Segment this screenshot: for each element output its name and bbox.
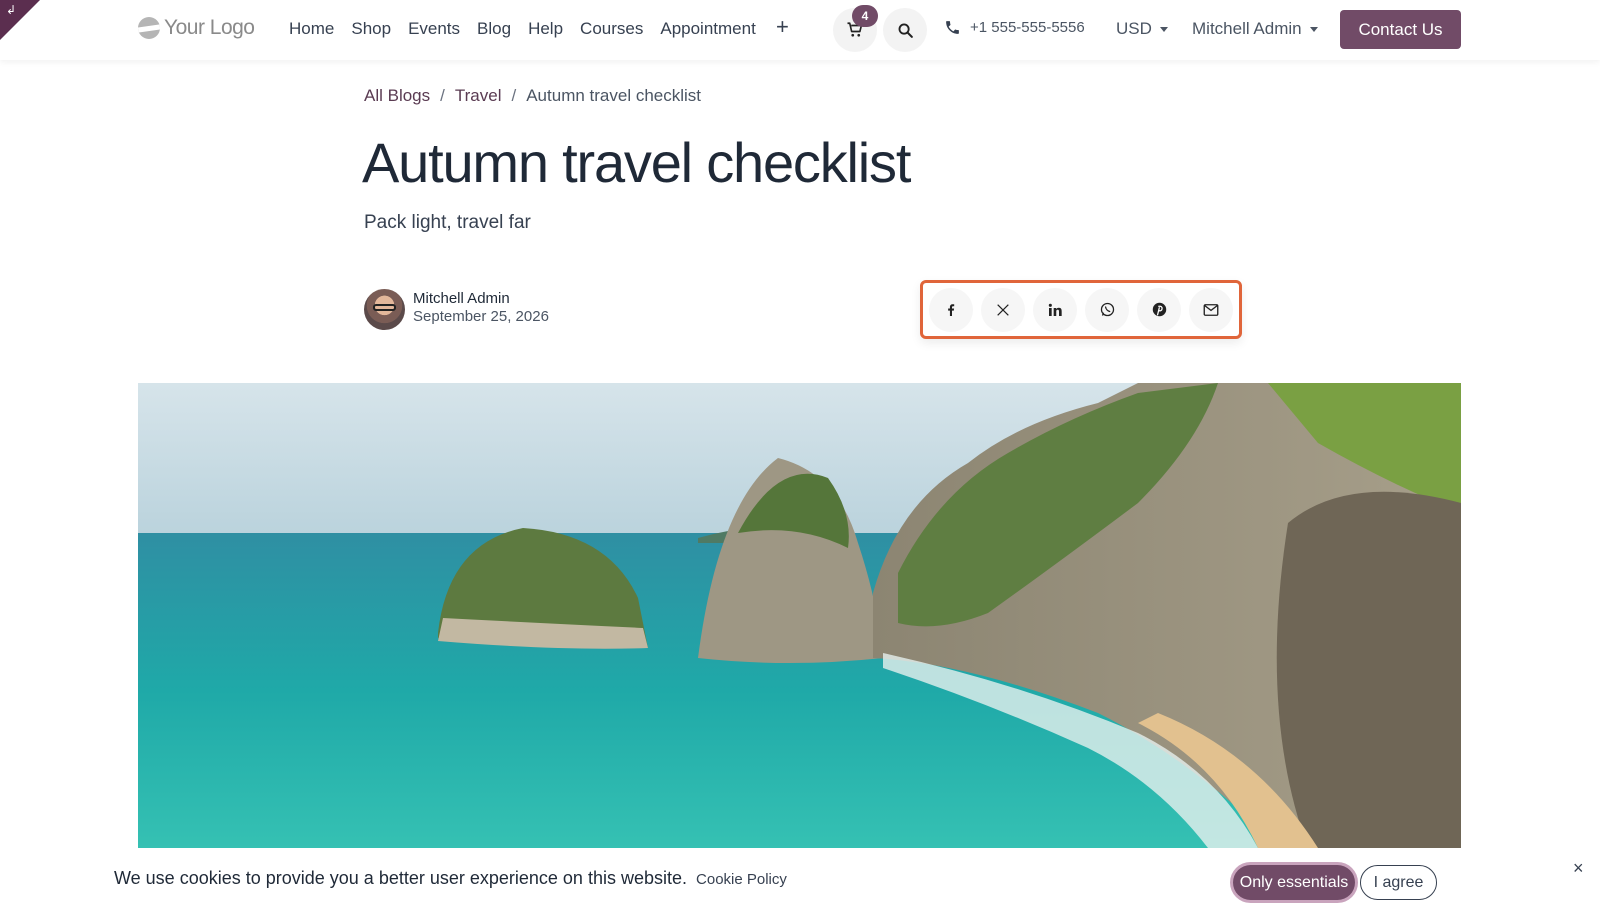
whatsapp-icon [1100,302,1114,317]
nav-events[interactable]: Events [408,19,460,39]
breadcrumb-travel[interactable]: Travel [455,86,502,106]
corner-arrow-icon: ↲ [6,3,17,17]
author-avatar [364,289,405,330]
breadcrumb-separator: / [440,86,445,105]
nav-shop[interactable]: Shop [351,19,391,39]
user-dropdown[interactable]: Mitchell Admin [1192,19,1318,39]
x-icon [997,303,1009,316]
share-email-button[interactable] [1189,287,1233,332]
cookie-banner: We use cookies to provide you a better u… [0,848,1600,923]
share-pinterest-button[interactable] [1137,287,1181,332]
nav-help[interactable]: Help [528,19,563,39]
site-header: Your Logo Home Shop Events Blog Help Cou… [0,0,1600,60]
only-essentials-button[interactable]: Only essentials [1233,865,1355,900]
email-icon [1203,303,1219,316]
logo-text: Your Logo [164,16,255,39]
cookie-policy-link[interactable]: Cookie Policy [696,871,787,888]
site-logo[interactable]: Your Logo [138,16,255,40]
nav-courses[interactable]: Courses [580,19,643,39]
cookie-message-row: We use cookies to provide you a better u… [114,868,787,889]
linkedin-icon [1048,303,1062,316]
phone-number: +1 555-555-5556 [970,19,1085,36]
currency-label: USD [1116,19,1152,38]
user-name: Mitchell Admin [1192,19,1302,38]
nav-blog[interactable]: Blog [477,19,511,39]
post-date: September 25, 2026 [413,308,549,325]
author-name: Mitchell Admin [413,290,510,307]
nav-appointment[interactable]: Appointment [660,19,755,39]
cart-count-badge: 4 [852,5,878,27]
cookie-message: We use cookies to provide you a better u… [114,868,687,888]
pinterest-icon [1152,302,1166,317]
phone-link[interactable]: +1 555-555-5556 [944,19,1085,36]
nav-home[interactable]: Home [289,19,334,39]
breadcrumb: All Blogs / Travel / Autumn travel check… [364,86,701,106]
post-cover-image [138,383,1461,848]
share-x-button[interactable] [981,287,1025,332]
share-whatsapp-button[interactable] [1085,287,1129,332]
share-linkedin-button[interactable] [1033,287,1077,332]
chevron-down-icon [1309,26,1318,32]
phone-icon [946,21,959,34]
close-icon[interactable]: × [1573,858,1584,879]
logo-mark-icon [138,17,160,39]
share-facebook-button[interactable] [929,287,973,332]
search-icon [898,23,913,38]
i-agree-button[interactable]: I agree [1360,865,1437,900]
breadcrumb-separator: / [511,86,517,105]
post-title: Autumn travel checklist [362,131,911,194]
main-nav: Home Shop Events Blog Help Courses Appoi… [289,19,773,39]
currency-dropdown[interactable]: USD [1116,19,1168,39]
breadcrumb-current: Autumn travel checklist [526,86,702,105]
breadcrumb-all-blogs[interactable]: All Blogs [364,86,430,106]
share-toolbar [920,280,1242,339]
chevron-down-icon [1159,26,1168,32]
coast-landscape-image [138,383,1461,848]
plus-icon[interactable]: + [776,14,789,40]
facebook-icon [948,303,955,316]
contact-us-button[interactable]: Contact Us [1340,10,1461,49]
search-button[interactable] [883,8,927,52]
post-subtitle: Pack light, travel far [364,212,531,233]
